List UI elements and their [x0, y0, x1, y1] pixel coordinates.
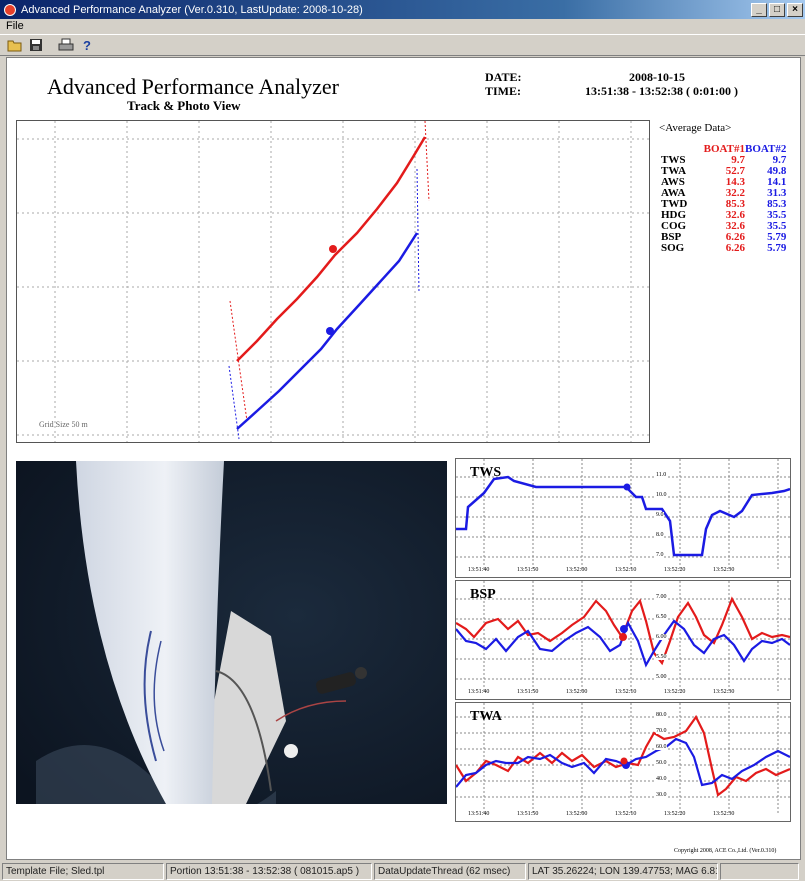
bsp-x-tick: 13:52:30: [713, 689, 735, 695]
menubar: File: [0, 19, 805, 34]
twa-x-tick: 13:52:00: [566, 811, 588, 817]
page-title: Advanced Performance Analyzer: [47, 74, 339, 99]
app-icon: [4, 3, 16, 16]
bsp-x-tick: 13:51:40: [468, 689, 490, 695]
status-extra: [720, 863, 799, 880]
twa-y-tick: 50.0: [656, 760, 667, 766]
bsp-y-tick: 7.00: [656, 594, 667, 600]
tws-x-tick: 13:52:10: [615, 567, 637, 573]
status-position: LAT 35.26224; LON 139.47753; MAG 6.81: [528, 863, 718, 880]
bsp-x-tick: 13:52:10: [615, 689, 637, 695]
average-b2-cell: 5.79: [767, 242, 787, 254]
tws-x-tick: 13:52:00: [566, 567, 588, 573]
bsp-chart-title: BSP: [470, 587, 496, 602]
maximize-button[interactable]: □: [769, 2, 785, 17]
status-thread: DataUpdateThread (62 msec): [374, 863, 526, 880]
twa-chart[interactable]: TWA 80.0 70.0 60.0 50.0 40.0 30.0 13:51:40 13:5…: [455, 702, 791, 822]
track-plot: [17, 120, 649, 442]
tws-y-tick: 8.0: [656, 532, 664, 538]
boat1-marker: [329, 245, 337, 253]
time-label: TIME:: [485, 84, 521, 98]
status-portion: Portion 13:51:38 - 13:52:38 ( 081015.ap5…: [166, 863, 372, 880]
average-data-title: <Average Data>: [659, 122, 732, 134]
track-view[interactable]: [16, 120, 650, 443]
copyright-text: Copyright 2008, ACE Co.,Ltd. (Ver.0.310): [674, 848, 777, 854]
tws-x-tick: 13:51:40: [468, 567, 490, 573]
bsp-x-tick: 13:52:00: [566, 689, 588, 695]
twa-x-tick: 13:52:30: [713, 811, 735, 817]
tws-y-tick: 11.0: [656, 472, 667, 478]
boat2-marker: [326, 327, 334, 335]
bsp-y-tick: 6.50: [656, 614, 667, 620]
twa-x-tick: 13:51:50: [517, 811, 539, 817]
twa-x-tick: 13:52:20: [664, 811, 686, 817]
twa-y-tick: 60.0: [656, 744, 667, 750]
minimize-button[interactable]: _: [751, 2, 767, 17]
bsp-y-tick: 6.00: [656, 634, 667, 640]
tws-chart[interactable]: TWS 11.0 10.0 9.0 8.0 7.0 13:51:40 13:51:50 13:…: [455, 458, 791, 578]
tws-x-tick: 13:51:50: [517, 567, 539, 573]
average-label-cell: SOG: [661, 242, 685, 254]
tws-y-tick: 7.0: [656, 552, 664, 558]
twa-y-tick: 30.0: [656, 792, 667, 798]
toolbar: ?: [0, 34, 805, 56]
date-value: 2008-10-15: [629, 70, 685, 84]
tws-y-tick: 9.0: [656, 512, 664, 518]
report-page: Advanced Performance Analyzer Track & Ph…: [6, 57, 801, 860]
print-icon[interactable]: [57, 36, 75, 54]
status-template: Template File; Sled.tpl: [2, 863, 164, 880]
twa-y-tick: 40.0: [656, 776, 667, 782]
twa-x-tick: 13:51:40: [468, 811, 490, 817]
tws-x-tick: 13:52:20: [664, 567, 686, 573]
window-titlebar: Advanced Performance Analyzer (Ver.0.310…: [0, 0, 805, 19]
help-icon[interactable]: ?: [78, 36, 96, 54]
sailboat-photo: [16, 461, 447, 804]
table-row: SOG 6.26 5.79: [661, 243, 786, 254]
bsp-y-tick: 5.00: [656, 674, 667, 680]
statusbar: Template File; Sled.tpl Portion 13:51:38…: [0, 862, 805, 881]
window-title: Advanced Performance Analyzer (Ver.0.310…: [21, 3, 363, 16]
average-b1-cell: 6.26: [725, 242, 745, 254]
time-value: 13:51:38 - 13:52:38 ( 0:01:00 ): [585, 84, 738, 98]
tws-chart-title: TWS: [470, 465, 502, 480]
twa-y-tick: 70.0: [656, 728, 667, 734]
bsp-x-tick: 13:51:50: [517, 689, 539, 695]
tws-y-tick: 10.0: [656, 492, 667, 498]
bsp-y-tick: 5.50: [656, 654, 667, 660]
close-button[interactable]: ×: [787, 2, 803, 17]
bsp-x-tick: 13:52:20: [664, 689, 686, 695]
page-subtitle: Track & Photo View: [127, 98, 241, 113]
twa-chart-title: TWA: [470, 709, 502, 724]
tws-x-tick: 13:52:30: [713, 567, 735, 573]
open-folder-icon[interactable]: [6, 36, 24, 54]
bsp-chart[interactable]: BSP 7.00 6.50 6.00 5.50 5.00 13:51:40 13:51:50…: [455, 580, 791, 700]
twa-x-tick: 13:52:10: [615, 811, 637, 817]
menu-file[interactable]: File: [6, 20, 24, 32]
save-icon[interactable]: [27, 36, 45, 54]
svg-text:?: ?: [83, 38, 91, 52]
twa-y-tick: 80.0: [656, 712, 667, 718]
average-data-table: BOAT#1 BOAT#2 TWS 9.7 9.7 TWA 52.7 49.8 AWS 14.…: [661, 144, 786, 254]
grid-size-label: Grid Size 50 m: [39, 420, 88, 429]
date-label: DATE:: [485, 70, 522, 84]
